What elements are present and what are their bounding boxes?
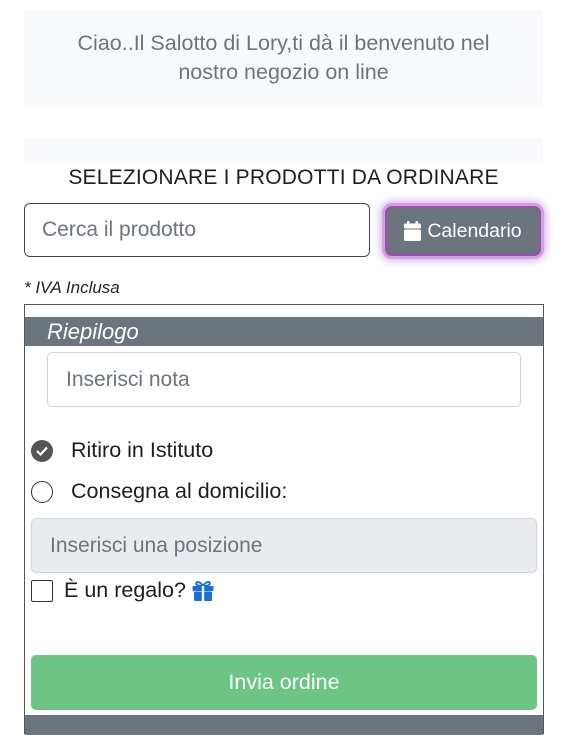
summary-header: Riepilogo <box>25 317 543 346</box>
radio-checked-icon[interactable] <box>31 439 53 462</box>
gift-option[interactable]: È un regalo? <box>31 578 214 603</box>
welcome-line-2: nostro negozio on line <box>178 60 389 84</box>
summary-footer-bar <box>25 715 543 735</box>
section-title: SELEZIONARE I PRODOTTI DA ORDINARE <box>68 166 499 189</box>
vat-note: * IVA Inclusa <box>24 278 120 297</box>
radio-unchecked-icon[interactable] <box>31 480 53 503</box>
gift-icon <box>192 581 214 601</box>
calendar-icon <box>404 221 422 241</box>
divider-strip <box>24 138 543 162</box>
gift-checkbox[interactable] <box>31 579 53 602</box>
submit-order-button[interactable]: Invia ordine <box>31 655 537 710</box>
note-input[interactable] <box>47 352 521 407</box>
summary-card: Riepilogo Ritiro in Istituto Consegna al… <box>24 304 544 735</box>
pickup-option-label: Ritiro in Istituto <box>71 438 214 462</box>
welcome-line-1: Ciao..Il Salotto di Lory,ti dà il benven… <box>77 31 490 55</box>
position-input[interactable] <box>31 518 537 573</box>
welcome-banner: Ciao..Il Salotto di Lory,ti dà il benven… <box>24 10 543 106</box>
gift-label: È un regalo? <box>64 578 186 602</box>
product-search-input[interactable] <box>24 203 370 257</box>
pickup-option[interactable]: Ritiro in Istituto <box>31 438 213 463</box>
home-delivery-label: Consegna al domicilio: <box>71 479 288 503</box>
calendar-button-label: Calendario <box>427 219 522 242</box>
home-delivery-option[interactable]: Consegna al domicilio: <box>31 479 287 504</box>
calendar-button[interactable]: Calendario <box>385 206 541 256</box>
